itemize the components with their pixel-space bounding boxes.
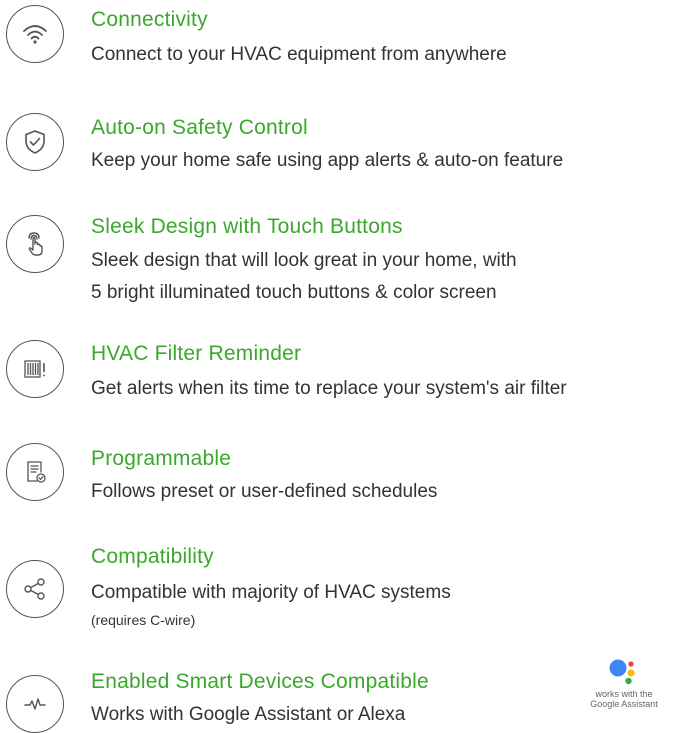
pulse-icon [6, 675, 64, 733]
wifi-icon [6, 5, 64, 63]
feature-title: Sleek Design with Touch Buttons [91, 215, 403, 238]
feature-title: HVAC Filter Reminder [91, 342, 302, 365]
feature-desc: Works with Google Assistant or Alexa [91, 704, 406, 725]
feature-title: Programmable [91, 447, 232, 470]
google-assistant-badge: works with the Google Assistant [574, 655, 674, 709]
google-assistant-line1: works with the [595, 689, 653, 699]
feature-title: Auto-on Safety Control [91, 116, 308, 139]
feature-desc: 5 bright illuminated touch buttons & col… [91, 282, 497, 303]
google-assistant-line2: Google Assistant [590, 699, 658, 709]
filter-alert-icon [6, 340, 64, 398]
feature-desc: Sleek design that will look great in you… [91, 250, 517, 271]
feature-desc: Keep your home safe using app alerts & a… [91, 150, 564, 171]
feature-desc: Get alerts when its time to replace your… [91, 378, 567, 399]
feature-title: Compatibility [91, 545, 214, 568]
schedule-document-icon [6, 443, 64, 501]
feature-desc: Connect to your HVAC equipment from anyw… [91, 44, 507, 65]
feature-desc: Compatible with majority of HVAC systems [91, 582, 451, 603]
feature-title: Connectivity [91, 8, 208, 31]
feature-title: Enabled Smart Devices Compatible [91, 670, 429, 693]
feature-desc: Follows preset or user-defined schedules [91, 481, 438, 502]
feature-note: (requires C-wire) [91, 612, 196, 628]
google-assistant-logo-icon [609, 659, 635, 685]
share-nodes-icon [6, 560, 64, 618]
shield-check-icon [6, 113, 64, 171]
touch-finger-icon [6, 215, 64, 273]
